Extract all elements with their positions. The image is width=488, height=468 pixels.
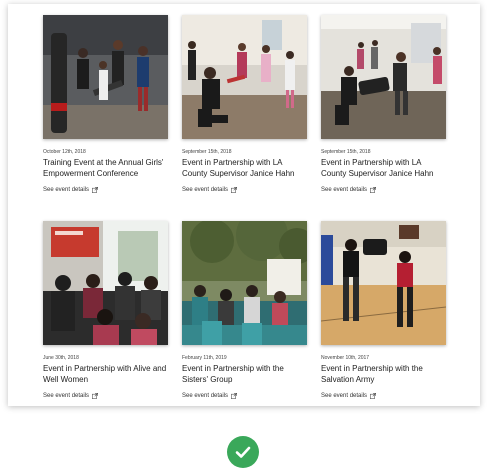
see-event-details-link[interactable]: See event details xyxy=(43,393,168,399)
see-event-details-label: See event details xyxy=(182,393,229,399)
event-date: February 11th, 2019 xyxy=(182,355,227,361)
see-event-details-label: See event details xyxy=(321,393,368,399)
see-event-details-label: See event details xyxy=(43,187,90,193)
event-card: October 12th, 2018 Training Event at the… xyxy=(43,15,168,197)
external-link-icon xyxy=(231,187,238,193)
see-event-details-link[interactable]: See event details xyxy=(321,187,446,193)
external-link-icon xyxy=(92,187,99,193)
see-event-details-label: See event details xyxy=(43,393,90,399)
event-card: September 15th, 2018 Event in Partnershi… xyxy=(182,15,307,197)
external-link-icon xyxy=(92,393,99,399)
event-photo[interactable] xyxy=(43,15,168,139)
check-circle-icon xyxy=(227,436,259,468)
event-photo[interactable] xyxy=(182,15,307,139)
event-title: Training Event at the Annual Girls' Empo… xyxy=(43,158,164,178)
see-event-details-link[interactable]: See event details xyxy=(182,393,307,399)
see-event-details-link[interactable]: See event details xyxy=(321,393,446,399)
external-link-icon xyxy=(370,187,377,193)
external-link-icon xyxy=(231,393,238,399)
event-date: September 15th, 2018 xyxy=(321,149,371,155)
event-card: September 15th, 2018 Event in Partnershi… xyxy=(321,15,446,197)
event-date: June 30th, 2018 xyxy=(43,355,79,361)
event-title: Event in Partnership with Alive and Well… xyxy=(43,364,167,384)
event-photo[interactable] xyxy=(321,221,446,345)
events-grid: October 12th, 2018 Training Event at the… xyxy=(43,15,453,403)
event-photo[interactable] xyxy=(182,221,307,345)
event-date: October 12th, 2018 xyxy=(43,149,86,155)
event-title: Event in Partnership with the Salvation … xyxy=(321,364,423,384)
checkmark-icon xyxy=(235,446,251,458)
event-photo[interactable] xyxy=(321,15,446,139)
see-event-details-link[interactable]: See event details xyxy=(182,187,307,193)
event-photo[interactable] xyxy=(43,221,168,345)
event-card: June 30th, 2018 Event in Partnership wit… xyxy=(43,221,168,403)
event-date: September 15th, 2018 xyxy=(182,149,232,155)
events-panel: October 12th, 2018 Training Event at the… xyxy=(8,4,480,406)
see-event-details-label: See event details xyxy=(182,187,229,193)
external-link-icon xyxy=(370,393,377,399)
see-event-details-label: See event details xyxy=(321,187,368,193)
event-date: November 10th, 2017 xyxy=(321,355,370,361)
event-card: November 10th, 2017 Event in Partnership… xyxy=(321,221,446,403)
event-card: February 11th, 2019 Event in Partnership… xyxy=(182,221,307,403)
event-title: Event in Partnership with the Sisters' G… xyxy=(182,364,284,384)
see-event-details-link[interactable]: See event details xyxy=(43,187,168,193)
event-title: Event in Partnership with LA County Supe… xyxy=(321,158,434,178)
event-title: Event in Partnership with LA County Supe… xyxy=(182,158,295,178)
